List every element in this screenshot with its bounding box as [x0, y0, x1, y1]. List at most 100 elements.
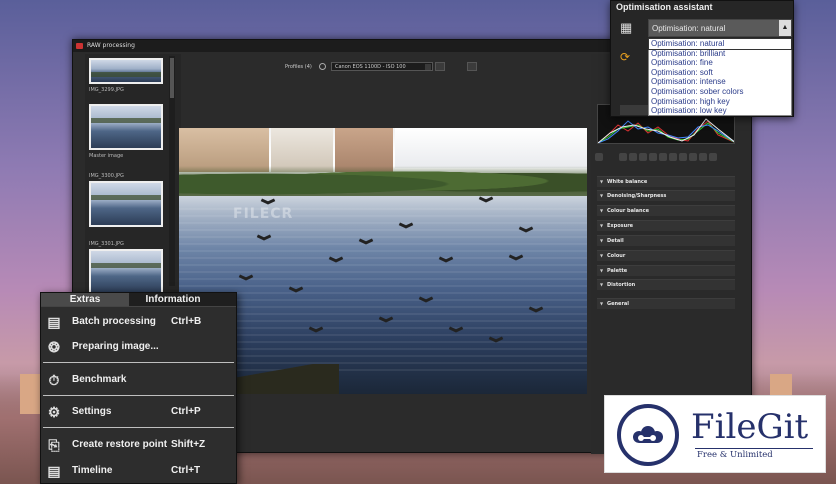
section-general[interactable]: General [597, 298, 735, 309]
tool-icon[interactable] [649, 153, 657, 161]
menu-item-timeline[interactable]: ▤ Timeline Ctrl+T [41, 460, 236, 482]
thumbnail-item[interactable]: IMG_3299.JPG [89, 58, 163, 95]
bird [449, 328, 463, 334]
thumbnail-scrollbar[interactable] [169, 56, 175, 286]
option-high-key[interactable]: Optimisation: high key [649, 97, 791, 107]
bird [519, 228, 533, 234]
tool-icon[interactable] [679, 153, 687, 161]
optimisation-title: Optimisation assistant [616, 2, 713, 12]
thumbnail-item[interactable]: Master image [89, 104, 163, 161]
bird [289, 288, 303, 294]
sync-icon[interactable]: ⟳ [620, 50, 634, 64]
preview-image[interactable] [179, 128, 587, 394]
profile-select[interactable]: Canon EOS 1100D - ISO 100 [331, 62, 433, 71]
tool-icon[interactable] [629, 153, 637, 161]
menu-item-batch-processing[interactable]: ▤ Batch processing Ctrl+B [41, 311, 236, 333]
filegit-tagline: Free & Unlimited [697, 450, 773, 460]
thumbnail-item[interactable]: IMG_3301.JPG [89, 238, 163, 295]
tool-icon[interactable] [595, 153, 603, 161]
bird [479, 198, 493, 204]
watermark-text: FILECR [233, 206, 294, 222]
bird [309, 328, 323, 334]
thumbnail-label: Master image [89, 153, 124, 159]
timeline-icon: ▤ [47, 463, 61, 479]
section-colour-balance[interactable]: Colour balance [597, 205, 735, 216]
camera-icon[interactable] [467, 62, 477, 71]
menu-item-label: Preparing image... [72, 341, 159, 352]
tab-extras[interactable]: Extras [41, 293, 129, 306]
bird [257, 236, 271, 242]
bird [329, 258, 343, 264]
menu-item-create-restore-point[interactable]: ⎘ Create restore point Shift+Z [41, 434, 236, 456]
tool-icon[interactable] [709, 153, 717, 161]
optimisation-options-list: Optimisation: natural Optimisation: bril… [648, 38, 792, 116]
tool-icon[interactable] [699, 153, 707, 161]
menu-item-shortcut: Shift+Z [171, 439, 206, 450]
menu-item-benchmark[interactable]: ⏱ Benchmark [41, 369, 236, 391]
option-natural[interactable]: Optimisation: natural [648, 38, 792, 50]
menu-item-shortcut: Ctrl+T [171, 465, 201, 476]
option-soft[interactable]: Optimisation: soft [649, 68, 791, 78]
panel-tool-icons [595, 153, 737, 163]
batch-icon: ▤ [47, 314, 61, 330]
thumbnail-image [89, 58, 163, 84]
bird [399, 224, 413, 230]
menu-separator [43, 362, 234, 363]
building [395, 128, 587, 168]
tool-icon[interactable] [689, 153, 697, 161]
menu-item-settings[interactable]: ⚙ Settings Ctrl+P [41, 401, 236, 423]
bird [439, 258, 453, 264]
filegit-logo [617, 404, 679, 466]
menu-item-preparing-image[interactable]: ❂ Preparing image... [41, 336, 236, 358]
chevron-down-icon [425, 64, 431, 70]
refresh-icon[interactable] [319, 63, 326, 70]
option-sober-colors[interactable]: Optimisation: sober colors [649, 87, 791, 97]
tree-line [179, 166, 587, 196]
optimisation-assistant: Optimisation assistant ▦ ⟳ Optimisation:… [610, 0, 794, 117]
thumbnail-item[interactable]: IMG_3300.JPG [89, 170, 163, 227]
apply-button[interactable] [620, 105, 648, 115]
menu-separator [43, 427, 234, 428]
section-colour[interactable]: Colour [597, 250, 735, 261]
profiles-label: Profiles (4) [285, 64, 312, 70]
filegit-badge: FileGit Free & Unlimited [604, 395, 826, 473]
menu-tabs: Extras Information [41, 293, 236, 307]
window-title: RAW processing [87, 42, 135, 49]
option-intense[interactable]: Optimisation: intense [649, 77, 791, 87]
optimisation-select[interactable]: Optimisation: natural ▲ [648, 19, 792, 37]
option-low-key[interactable]: Optimisation: low key [649, 106, 791, 116]
tool-icon[interactable] [619, 153, 627, 161]
chevron-up-icon: ▲ [779, 20, 791, 36]
filegit-name: FileGit [691, 407, 809, 447]
menu-item-shortcut: Ctrl+B [171, 316, 202, 327]
section-white-balance[interactable]: White balance [597, 176, 735, 187]
film-reel-icon: ❂ [48, 339, 60, 355]
profile-menu-button[interactable] [435, 62, 445, 71]
section-distortion[interactable]: Distortion [597, 279, 735, 290]
section-palette[interactable]: Palette [597, 265, 735, 276]
menu-item-shortcut: Ctrl+P [171, 406, 201, 417]
option-fine[interactable]: Optimisation: fine [649, 58, 791, 68]
tool-icon[interactable] [639, 153, 647, 161]
menu-item-label: Create restore point [72, 439, 168, 450]
thumbnail-image [89, 249, 163, 295]
section-detail[interactable]: Detail [597, 235, 735, 246]
profile-select-value: Canon EOS 1100D - ISO 100 [335, 64, 406, 70]
tool-icon[interactable] [669, 153, 677, 161]
bird [359, 240, 373, 246]
extras-menu: Extras Information ▤ Batch processing Ct… [40, 292, 237, 484]
profile-toolbar: Profiles (4) Canon EOS 1100D - ISO 100 [183, 60, 603, 74]
menu-separator [43, 395, 234, 396]
tool-icon[interactable] [659, 153, 667, 161]
grid-icon: ▦ [620, 20, 633, 35]
option-brilliant[interactable]: Optimisation: brilliant [649, 49, 791, 59]
menu-item-label: Timeline [72, 465, 113, 476]
thumbnail-label: IMG_3300.JPG [89, 173, 124, 179]
stopwatch-icon: ⏱ [48, 372, 60, 388]
section-denoising[interactable]: Denoising/Sharpness [597, 190, 735, 201]
thumbnail-image [89, 104, 163, 150]
thumbnail-label: IMG_3299.JPG [89, 87, 124, 93]
section-exposure[interactable]: Exposure [597, 220, 735, 231]
tab-information[interactable]: Information [129, 293, 217, 306]
app-icon [76, 43, 83, 49]
